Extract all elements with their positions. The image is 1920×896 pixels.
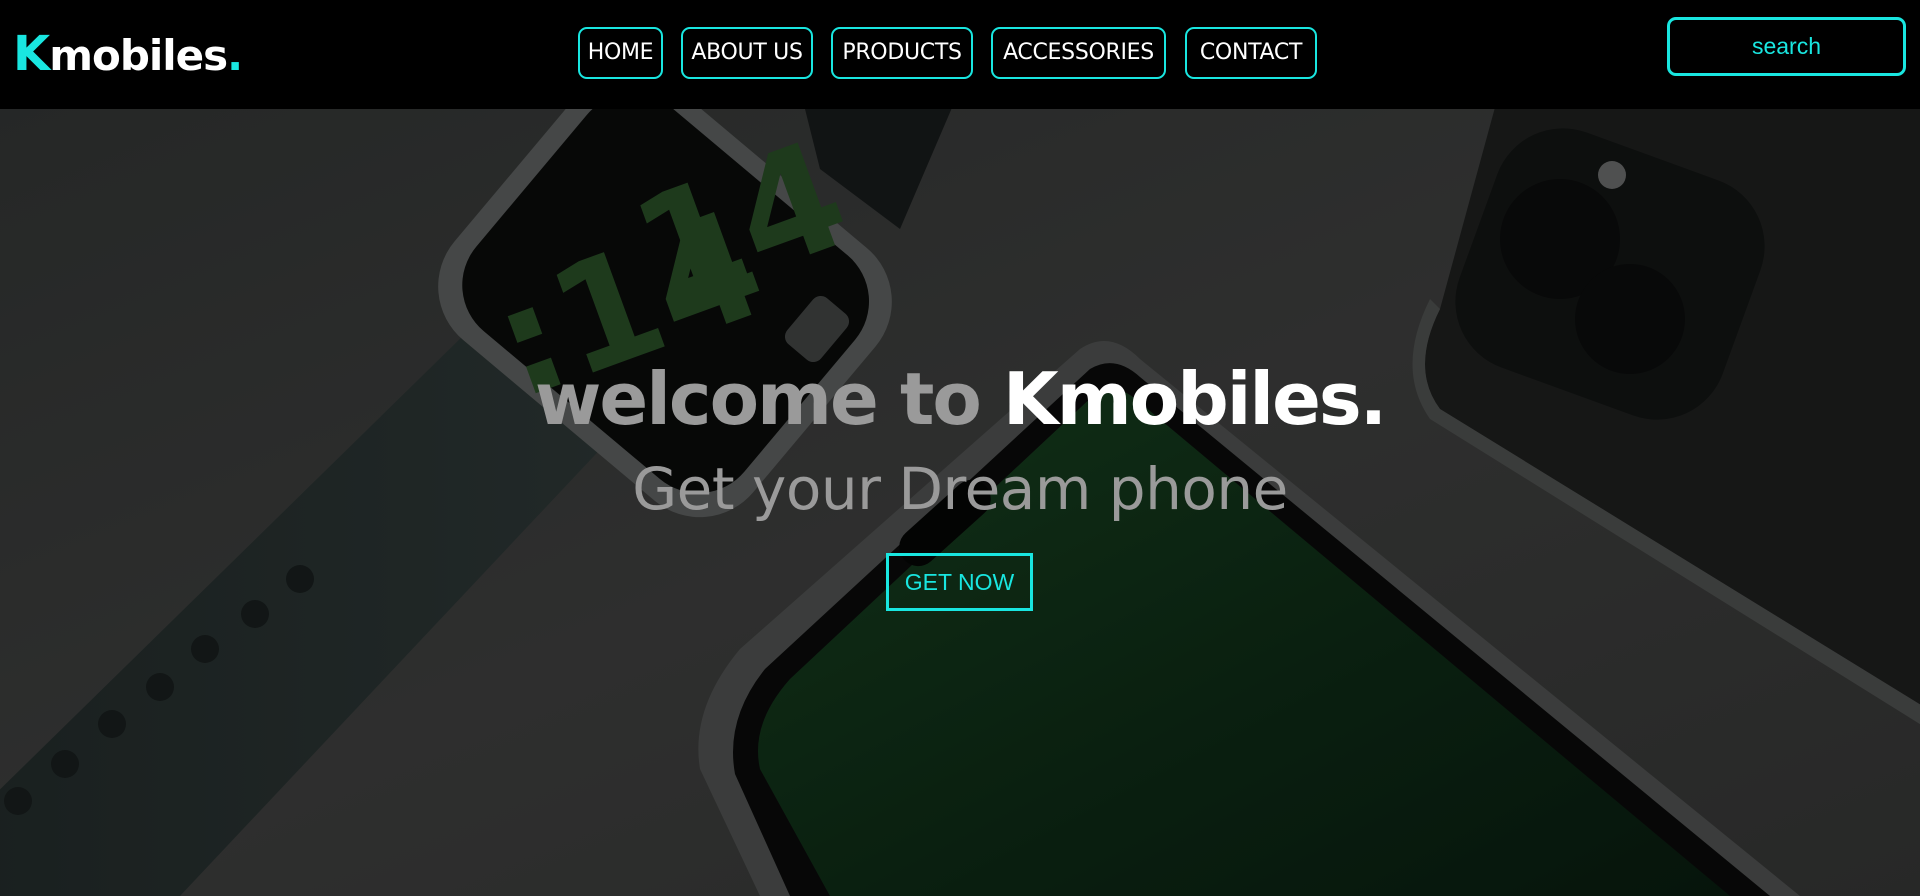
nav-products[interactable]: PRODUCTS bbox=[831, 27, 973, 79]
logo-letter: K bbox=[13, 26, 50, 82]
logo-dot: . bbox=[227, 31, 243, 80]
get-now-button[interactable]: GET NOW bbox=[886, 553, 1033, 611]
top-navbar: Kmobiles. HOME ABOUT US PRODUCTS ACCESSO… bbox=[0, 0, 1920, 109]
nav-contact[interactable]: CONTACT bbox=[1185, 27, 1317, 79]
logo-name: mobiles bbox=[49, 31, 228, 80]
search-button[interactable]: search bbox=[1667, 17, 1906, 76]
nav-home[interactable]: HOME bbox=[578, 27, 663, 79]
hero-subtitle: Get your Dream phone bbox=[632, 455, 1288, 523]
brand-logo[interactable]: Kmobiles. bbox=[13, 26, 243, 84]
hero-title: welcome to Kmobiles. bbox=[0, 349, 1920, 449]
nav-about-us[interactable]: ABOUT US bbox=[681, 27, 813, 79]
hero-section: 14 :14 welcome to Kmobiles. Get your Dre… bbox=[0, 109, 1920, 896]
nav-accessories[interactable]: ACCESSORIES bbox=[991, 27, 1166, 79]
hero-title-prefix: welcome to bbox=[534, 357, 1003, 441]
hero-title-brand: Kmobiles. bbox=[1002, 357, 1387, 441]
